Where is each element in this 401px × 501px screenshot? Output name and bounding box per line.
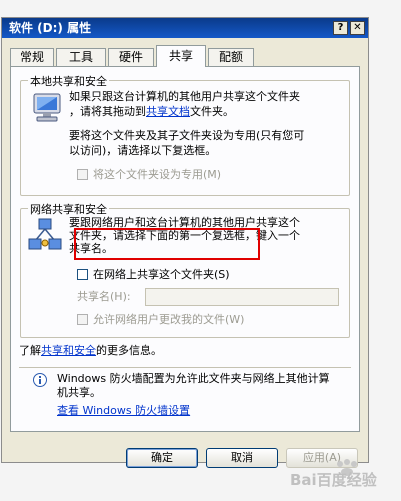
local-desc-line4: 以访问)，请选择以下复选框。 (69, 144, 217, 157)
tab-hardware[interactable]: 硬件 (108, 48, 154, 66)
tab-sharing[interactable]: 共享 (156, 45, 206, 67)
local-desc-line1: 如果只跟这台计算机的其他用户共享这个文件夹 (69, 90, 300, 103)
share-name-input[interactable] (145, 288, 339, 306)
tab-quota[interactable]: 配额 (208, 48, 254, 66)
separator (19, 367, 351, 368)
local-sharing-legend: 本地共享和安全 (28, 73, 109, 89)
ok-button[interactable]: 确定 (126, 448, 198, 468)
local-sharing-group: 本地共享和安全 如果只跟这台计算机的其他用户共享这个文件夹 ，请将其拖动到共享文… (20, 73, 350, 196)
tab-tools[interactable]: 工具 (56, 48, 106, 66)
share-on-network-checkbox[interactable] (77, 269, 88, 280)
local-desc-line2-text: ，请将其拖动到 (69, 105, 146, 118)
share-name-label: 共享名(H): (77, 290, 131, 303)
make-private-checkbox[interactable] (77, 169, 88, 180)
make-private-label: 将这个文件夹设为专用(M) (93, 168, 222, 181)
firewall-line2: 机共享。 (57, 386, 101, 399)
title-bar: 软件 (D:) 属性 ? ✕ (2, 18, 368, 38)
watermark-text: Bai百度经验 (290, 471, 377, 489)
sharing-security-link[interactable]: 共享和安全 (41, 344, 96, 357)
help-button[interactable]: ? (333, 21, 348, 35)
shared-documents-link[interactable]: 共享文档 (146, 105, 190, 118)
info-icon (33, 373, 47, 387)
share-on-network-label: 在网络上共享这个文件夹(S) (93, 268, 230, 281)
computer-icon (33, 93, 61, 122)
firewall-line1: Windows 防火墙配置为允许此文件夹与网络上其他计算 (57, 372, 330, 385)
local-desc-line3: 要将这个文件夹及其子文件夹设为专用(只有您可 (69, 129, 305, 142)
tab-general[interactable]: 常规 (10, 48, 54, 66)
allow-change-label: 允许网络用户更改我的文件(W) (93, 313, 245, 326)
allow-change-checkbox[interactable] (77, 314, 88, 325)
local-desc-line2: ，请将其拖动到共享文档文件夹。 (69, 104, 234, 119)
learn-more-post: 的更多信息。 (96, 344, 162, 357)
learn-more-pre: 了解 (19, 344, 41, 357)
close-button[interactable]: ✕ (350, 21, 365, 35)
cancel-button[interactable]: 取消 (206, 448, 278, 468)
highlight-box (74, 228, 260, 260)
learn-more-line: 了解共享和安全的更多信息。 (19, 343, 162, 358)
local-desc-line2-tail: 文件夹。 (190, 105, 234, 118)
network-share-icon (28, 218, 62, 250)
window-title: 软件 (D:) 属性 (9, 21, 92, 35)
watermark-logo: Bai百度经验 (280, 455, 390, 491)
firewall-settings-link[interactable]: 查看 Windows 防火墙设置 (57, 403, 190, 418)
